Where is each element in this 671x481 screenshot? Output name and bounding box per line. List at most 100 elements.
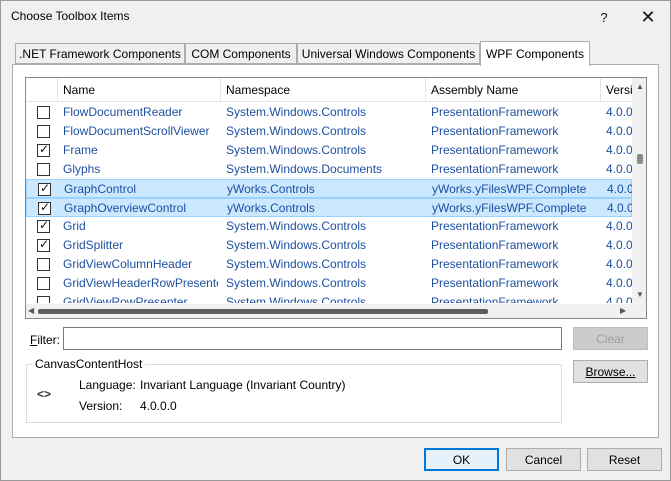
row-checkbox[interactable]: ✓ bbox=[38, 181, 51, 196]
row-version: 4.0.0. bbox=[607, 201, 632, 215]
checkmark-icon: ✓ bbox=[39, 237, 50, 251]
tab-label: COM Components bbox=[191, 47, 291, 61]
row-assembly: PresentationFramework bbox=[431, 162, 559, 176]
row-assembly: PresentationFramework bbox=[431, 238, 559, 252]
checkmark-icon: ✓ bbox=[39, 142, 50, 156]
window-title: Choose Toolbox Items bbox=[11, 9, 130, 23]
column-header-namespace[interactable]: Namespace bbox=[221, 78, 426, 102]
row-name: FlowDocumentScrollViewer bbox=[63, 124, 210, 138]
row-checkbox[interactable] bbox=[37, 277, 50, 290]
row-checkbox[interactable]: ✓ bbox=[38, 200, 51, 215]
table-row[interactable]: ✓ Grid System.Windows.Controls Presentat… bbox=[26, 217, 632, 236]
close-icon[interactable]: ✕ bbox=[633, 5, 663, 29]
ok-button[interactable]: OK bbox=[424, 448, 499, 471]
row-version: 4.0.0. bbox=[606, 238, 632, 252]
tab-wpf-components[interactable]: WPF Components bbox=[480, 41, 590, 66]
tab-com-components[interactable]: COM Components bbox=[185, 43, 297, 64]
filter-input[interactable] bbox=[63, 327, 562, 350]
table-row[interactable]: GridViewRowPresenter System.Windows.Cont… bbox=[26, 293, 632, 303]
help-icon[interactable]: ? bbox=[589, 5, 619, 29]
row-version: 4.0.0. bbox=[606, 257, 632, 271]
row-version: 4.0.0. bbox=[606, 162, 632, 176]
row-name: GridViewRowPresenter bbox=[63, 295, 188, 303]
row-name: GridViewHeaderRowPresente bbox=[63, 276, 218, 290]
row-version: 4.0.0. bbox=[606, 124, 632, 138]
row-name: Frame bbox=[63, 143, 98, 157]
title-bar: Choose Toolbox Items ? ✕ bbox=[1, 1, 670, 32]
row-version: 4.0.0. bbox=[607, 182, 632, 196]
details-groupbox bbox=[26, 364, 562, 423]
row-namespace: System.Windows.Controls bbox=[226, 143, 367, 157]
scroll-left-icon[interactable]: ◀ bbox=[28, 306, 34, 315]
tab-universal-windows-components[interactable]: Universal Windows Components bbox=[297, 43, 480, 64]
row-checkbox[interactable]: ✓ bbox=[37, 142, 50, 157]
table-row[interactable]: ✓ GraphControl yWorks.Controls yWorks.yF… bbox=[26, 179, 632, 198]
cancel-button[interactable]: Cancel bbox=[506, 448, 581, 471]
tab-label: Universal Windows Components bbox=[301, 47, 476, 61]
row-name: GridViewColumnHeader bbox=[63, 257, 193, 271]
filter-label-rest: ilter: bbox=[37, 333, 61, 347]
row-name: GraphOverviewControl bbox=[64, 201, 187, 215]
reset-button[interactable]: Reset bbox=[587, 448, 662, 471]
table-row[interactable]: ✓ Frame System.Windows.Controls Presenta… bbox=[26, 141, 632, 160]
browse-button[interactable]: Browse... bbox=[573, 360, 648, 383]
row-checkbox[interactable] bbox=[37, 163, 50, 176]
row-namespace: yWorks.Controls bbox=[227, 182, 315, 196]
column-header-name[interactable]: Name bbox=[58, 78, 221, 102]
row-version: 4.0.0. bbox=[606, 143, 632, 157]
row-assembly: PresentationFramework bbox=[431, 276, 559, 290]
horizontal-scrollbar[interactable]: ◀ ▶ bbox=[26, 304, 632, 318]
vertical-scroll-thumb[interactable] bbox=[637, 154, 643, 164]
row-checkbox[interactable] bbox=[37, 106, 50, 119]
row-version: 4.0.0. bbox=[606, 105, 632, 119]
table-row[interactable]: Glyphs System.Windows.Documents Presenta… bbox=[26, 160, 632, 179]
components-list[interactable]: Name Namespace Assembly Name Versi FlowD… bbox=[25, 77, 647, 319]
row-namespace: yWorks.Controls bbox=[227, 201, 315, 215]
selected-component-title: CanvasContentHost bbox=[32, 357, 146, 371]
tab-net-framework-components[interactable]: .NET Framework Components bbox=[15, 43, 185, 64]
vertical-scrollbar[interactable]: ▲ ▼ bbox=[632, 78, 646, 304]
scrollbar-corner bbox=[632, 304, 646, 318]
filter-label: Filter: bbox=[30, 333, 60, 347]
row-checkbox[interactable]: ✓ bbox=[37, 237, 50, 252]
horizontal-scroll-thumb[interactable] bbox=[38, 309, 488, 314]
row-version: 4.0.0. bbox=[606, 219, 632, 233]
checkmark-icon: ✓ bbox=[39, 218, 50, 232]
checkmark-icon: ✓ bbox=[40, 181, 51, 195]
list-header: Name Namespace Assembly Name Versi bbox=[26, 78, 632, 102]
row-namespace: System.Windows.Controls bbox=[226, 295, 367, 303]
table-row[interactable]: GridViewColumnHeader System.Windows.Cont… bbox=[26, 255, 632, 274]
table-row[interactable]: ✓ GridSplitter System.Windows.Controls P… bbox=[26, 236, 632, 255]
row-namespace: System.Windows.Controls bbox=[226, 238, 367, 252]
row-assembly: yWorks.yFilesWPF.Complete bbox=[432, 201, 587, 215]
version-value: 4.0.0.0 bbox=[140, 399, 177, 413]
column-header-assembly-name[interactable]: Assembly Name bbox=[426, 78, 601, 102]
row-assembly: PresentationFramework bbox=[431, 143, 559, 157]
choose-toolbox-items-dialog: Choose Toolbox Items ? ✕ .NET Framework … bbox=[0, 0, 671, 481]
row-assembly: yWorks.yFilesWPF.Complete bbox=[432, 182, 587, 196]
row-namespace: System.Windows.Controls bbox=[226, 124, 367, 138]
row-checkbox[interactable] bbox=[37, 296, 50, 303]
row-version: 4.0.0. bbox=[606, 276, 632, 290]
table-row[interactable]: ✓ GraphOverviewControl yWorks.Controls y… bbox=[26, 198, 632, 217]
column-header-version[interactable]: Versi bbox=[601, 78, 632, 102]
list-rows: FlowDocumentReader System.Windows.Contro… bbox=[26, 103, 632, 303]
table-row[interactable]: GridViewHeaderRowPresente System.Windows… bbox=[26, 274, 632, 293]
table-row[interactable]: FlowDocumentReader System.Windows.Contro… bbox=[26, 103, 632, 122]
language-value: Invariant Language (Invariant Country) bbox=[140, 378, 346, 392]
row-namespace: System.Windows.Controls bbox=[226, 257, 367, 271]
row-namespace: System.Windows.Controls bbox=[226, 105, 367, 119]
clear-button[interactable]: Clear bbox=[573, 327, 648, 350]
row-checkbox[interactable] bbox=[37, 125, 50, 138]
row-assembly: PresentationFramework bbox=[431, 219, 559, 233]
row-checkbox[interactable]: ✓ bbox=[37, 218, 50, 233]
scroll-down-icon[interactable]: ▼ bbox=[636, 290, 644, 299]
checkbox-column-header[interactable] bbox=[26, 78, 58, 102]
row-assembly: PresentationFramework bbox=[431, 124, 559, 138]
tab-label: WPF Components bbox=[485, 47, 585, 61]
table-row[interactable]: FlowDocumentScrollViewer System.Windows.… bbox=[26, 122, 632, 141]
scroll-right-icon[interactable]: ▶ bbox=[620, 306, 626, 315]
row-name: FlowDocumentReader bbox=[63, 105, 183, 119]
scroll-up-icon[interactable]: ▲ bbox=[636, 82, 644, 91]
row-checkbox[interactable] bbox=[37, 258, 50, 271]
